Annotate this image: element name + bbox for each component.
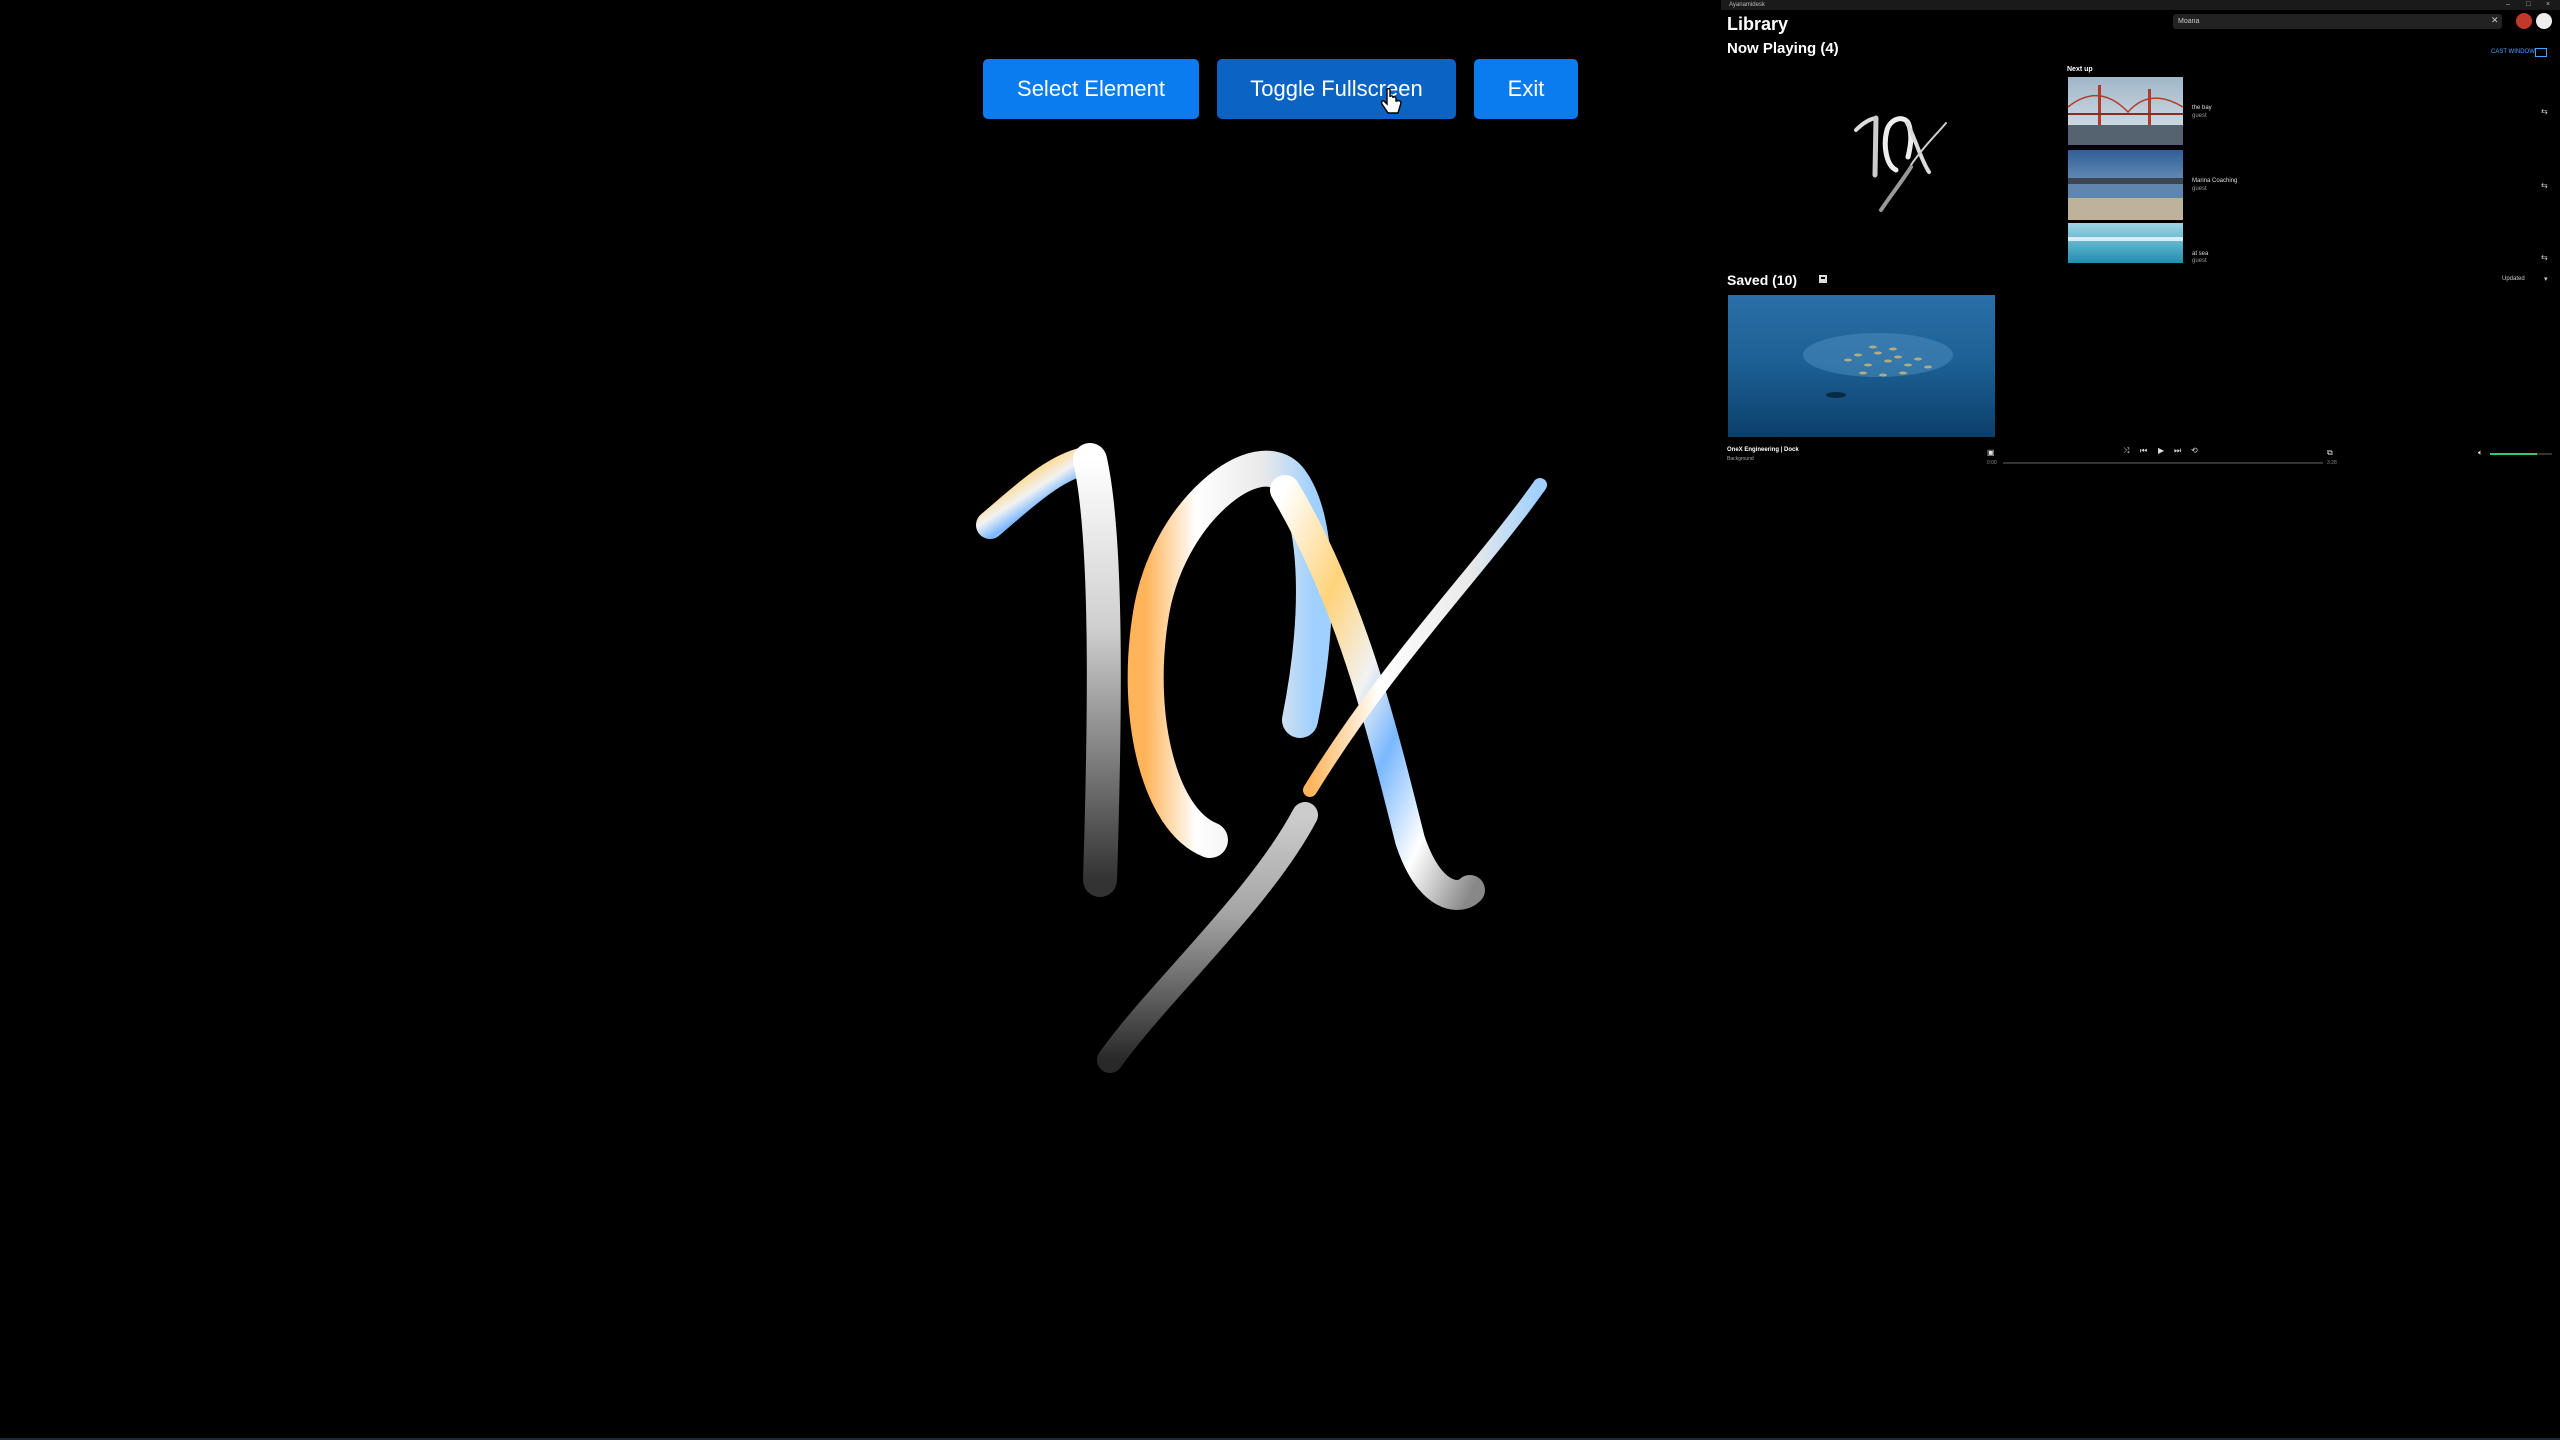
- queue-add-icon[interactable]: ⇆: [2541, 181, 2548, 190]
- cast-window-link[interactable]: CAST WINDOW: [2491, 49, 2535, 55]
- volume-icon[interactable]: 🔈︎: [2478, 448, 2483, 458]
- play-icon[interactable]: ▶: [2158, 446, 2164, 455]
- queue-thumbnail[interactable]: [2068, 223, 2183, 263]
- pip-icon[interactable]: ⧉: [2327, 448, 2333, 458]
- next-up-label: Next up: [2067, 66, 2093, 73]
- sort-label[interactable]: Updated: [2502, 276, 2525, 282]
- queue-item-subtitle: guest: [2192, 113, 2207, 119]
- queue-item-title: at sea: [2192, 251, 2209, 257]
- saved-item-thumbnail[interactable]: [1728, 295, 1995, 437]
- search-input[interactable]: [2173, 14, 2502, 29]
- now-playing-title: Now Playing (4): [1727, 40, 1839, 57]
- previous-icon[interactable]: ⏮: [2140, 446, 2147, 456]
- shuffle-icon[interactable]: ⤨: [2123, 446, 2129, 456]
- select-element-button[interactable]: Select Element: [983, 59, 1199, 119]
- queue-add-icon[interactable]: ⇆: [2541, 253, 2548, 262]
- queue-item-subtitle: guest: [2192, 186, 2207, 192]
- minimize-icon[interactable]: –: [2506, 0, 2510, 10]
- cursor-hand-icon: [1380, 88, 1402, 114]
- time-current: 0:00: [1987, 460, 1997, 466]
- queue-item-title: the bay: [2192, 105, 2212, 111]
- close-window-icon[interactable]: ×: [2546, 0, 2550, 10]
- library-window: Ayanamidesk – □ × Library ✕ Now Playing …: [1721, 0, 2560, 480]
- volume-level: [2490, 453, 2537, 455]
- logo-icon[interactable]: [2516, 13, 2532, 29]
- repeat-icon[interactable]: ⟲: [2191, 446, 2198, 455]
- queue-item-title: Marina Coaching: [2192, 178, 2238, 184]
- time-total: 3:28: [2327, 460, 2337, 466]
- brand-logo-large: [976, 443, 1547, 1073]
- progress-bar[interactable]: [2003, 462, 2323, 464]
- volume-slider[interactable]: [2490, 453, 2552, 455]
- fullscreen-stage: Select Element Toggle Fullscreen Exit Ay…: [0, 0, 2560, 1440]
- chevron-down-icon[interactable]: ▾: [2544, 275, 2548, 283]
- now-playing-artwork: [1854, 115, 1947, 212]
- library-title: Library: [1727, 14, 1789, 34]
- avatar-icon[interactable]: [2536, 13, 2552, 29]
- player-track-subtitle: Background: [1727, 456, 1754, 462]
- queue-thumbnail[interactable]: [2068, 150, 2183, 220]
- queue-thumbnail[interactable]: [2068, 77, 2183, 145]
- queue-add-icon[interactable]: ⇆: [2541, 107, 2548, 116]
- saved-title: Saved (10): [1727, 272, 1798, 288]
- maximize-icon[interactable]: □: [2526, 0, 2530, 10]
- exit-button[interactable]: Exit: [1474, 59, 1578, 119]
- window-titlebar: Ayanamidesk – □ ×: [1721, 0, 2560, 10]
- caption-icon[interactable]: ▣: [1987, 448, 1995, 457]
- player-track-title: OneX Engineering | Dock: [1727, 447, 1799, 453]
- queue-item-subtitle: guest: [2192, 258, 2207, 264]
- bookmark-icon[interactable]: [1818, 274, 1828, 284]
- cast-icon[interactable]: [2535, 48, 2547, 57]
- toggle-fullscreen-button[interactable]: Toggle Fullscreen: [1217, 59, 1456, 119]
- window-title: Ayanamidesk: [1729, 2, 1765, 8]
- next-icon[interactable]: ⏭: [2174, 446, 2181, 456]
- close-icon[interactable]: ✕: [2491, 15, 2499, 26]
